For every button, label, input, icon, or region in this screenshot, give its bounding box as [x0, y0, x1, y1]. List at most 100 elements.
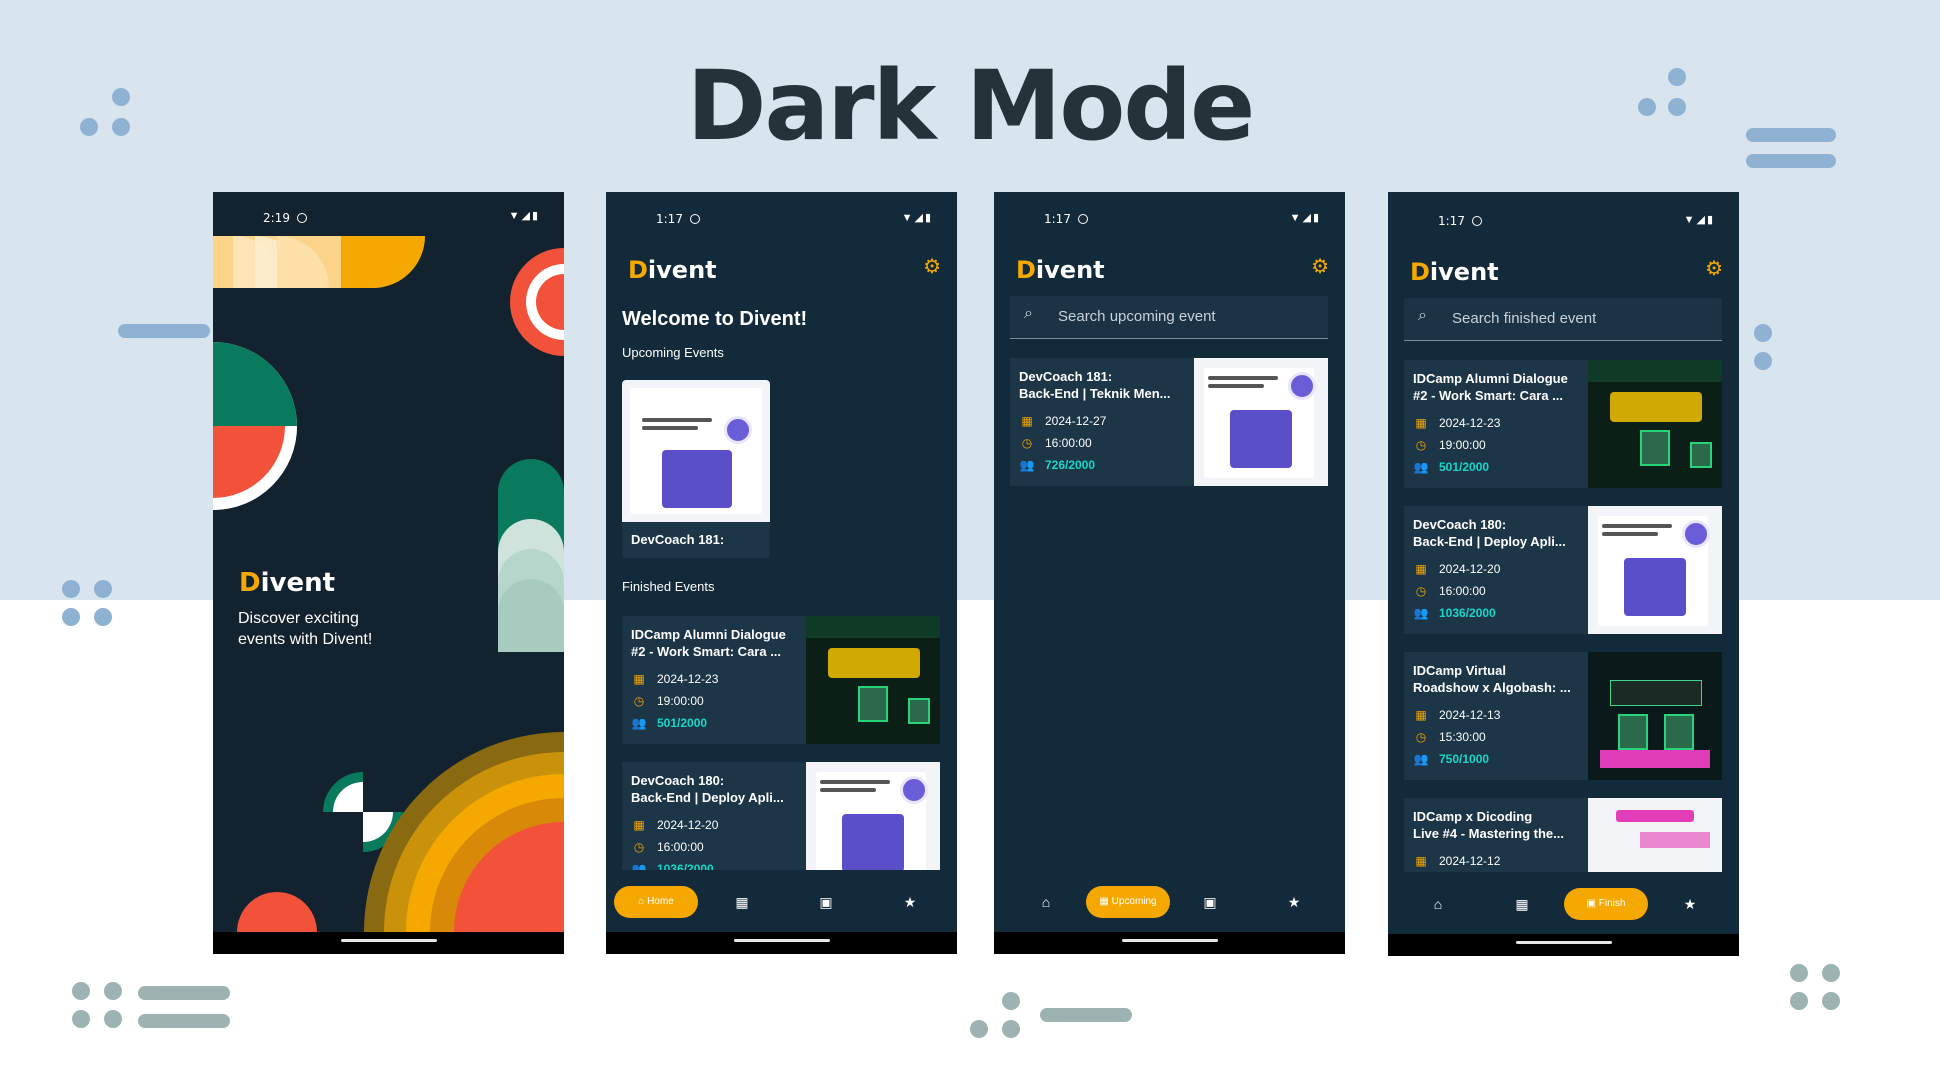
- system-nav-bar: [213, 932, 564, 954]
- poster-speaker: [908, 698, 930, 724]
- nav-home[interactable]: ⌂: [1026, 886, 1066, 918]
- poster-badge: [1288, 372, 1316, 400]
- calendar-icon: ▦: [735, 894, 749, 910]
- decor-dot: [1754, 324, 1772, 342]
- event-date: 2024-12-12: [1439, 854, 1501, 868]
- poster-speaker: [1618, 714, 1648, 750]
- event-card[interactable]: DevCoach 180: Back-End | Deploy Apli... …: [1404, 506, 1722, 634]
- decor-dot: [1668, 68, 1686, 86]
- signal-battery-icon: ▼◢▮: [901, 212, 933, 224]
- event-title: DevCoach 180: Back-End | Deploy Apli...: [631, 773, 784, 805]
- gear-icon[interactable]: ⚙: [1705, 256, 1723, 281]
- decor-dot: [1822, 964, 1840, 982]
- decor-dot: [1822, 992, 1840, 1010]
- nav-upcoming[interactable]: ▦: [1502, 888, 1542, 920]
- gear-icon[interactable]: ⚙: [923, 254, 941, 279]
- poster-people: [1230, 410, 1292, 468]
- event-thumbnail: [806, 616, 940, 744]
- people-icon: 👥: [1413, 752, 1429, 766]
- nav-upcoming[interactable]: ▦: [722, 886, 762, 918]
- decor-bar: [1746, 154, 1836, 168]
- poster-badge: [1682, 520, 1710, 548]
- event-date: 2024-12-20: [1439, 562, 1501, 576]
- event-quota-row: 👥 750/1000: [1413, 752, 1490, 766]
- home-gesture-pill[interactable]: [1515, 941, 1612, 944]
- event-thumbnail: [1588, 506, 1722, 634]
- event-date-row: ▦ 2024-12-27: [1019, 414, 1106, 428]
- decor-dot: [72, 982, 90, 1000]
- nav-home[interactable]: ⌂ Home: [614, 886, 698, 918]
- logo-d: D: [1016, 256, 1036, 284]
- search-input[interactable]: [1058, 296, 1316, 336]
- event-time-row: ◷ 16:00:00: [1019, 436, 1092, 450]
- people-icon: 👥: [1019, 458, 1035, 472]
- event-card[interactable]: DevCoach 180: Back-End | Deploy Apli... …: [622, 762, 940, 872]
- decor-dot: [1002, 1020, 1020, 1038]
- event-card[interactable]: IDCamp Alumni Dialogue #2 - Work Smart: …: [622, 616, 940, 744]
- poster-text: [642, 426, 698, 430]
- status-dot-icon: [1472, 216, 1482, 226]
- event-card[interactable]: IDCamp Virtual Roadshow x Algobash: ... …: [1404, 652, 1722, 780]
- status-bar: 1:17 ▼◢▮: [606, 192, 957, 226]
- decor-dot: [104, 982, 122, 1000]
- calendar-icon: ▦: [633, 672, 645, 686]
- decor-dot: [94, 608, 112, 626]
- event-card[interactable]: IDCamp Alumni Dialogue #2 - Work Smart: …: [1404, 360, 1722, 488]
- event-date-row: ▦ 2024-12-23: [1413, 416, 1500, 430]
- decor-dot: [104, 1010, 122, 1028]
- home-gesture-pill[interactable]: [733, 939, 830, 942]
- event-time: 16:00:00: [1045, 436, 1092, 450]
- app-logo: Divent: [628, 256, 717, 284]
- nav-favorite[interactable]: ★: [1670, 888, 1710, 920]
- system-nav-bar: [606, 932, 957, 954]
- event-title: IDCamp Alumni Dialogue #2 - Work Smart: …: [631, 627, 786, 659]
- home-gesture-pill[interactable]: [1121, 939, 1218, 942]
- event-quota: 726/2000: [1045, 458, 1096, 472]
- nav-upcoming[interactable]: ▦ Upcoming: [1086, 886, 1170, 918]
- decor-bar: [138, 986, 230, 1000]
- event-time-row: ◷ 16:00:00: [1413, 584, 1486, 598]
- people-icon: 👥: [1413, 460, 1429, 474]
- event-quota-row: 👥 1036/2000: [1413, 606, 1496, 620]
- app-logo: Divent: [239, 568, 335, 598]
- event-time: 19:00:00: [657, 694, 704, 708]
- logo-text: ivent: [260, 568, 336, 598]
- search-icon: ⌕: [1418, 307, 1427, 324]
- status-dot-icon: [1078, 214, 1088, 224]
- signal-battery-icon: ▼◢▮: [1289, 212, 1321, 224]
- search-input[interactable]: [1452, 298, 1710, 338]
- home-gesture-pill[interactable]: [340, 939, 437, 942]
- calendar-icon: ▦: [1415, 562, 1427, 576]
- event-title: DevCoach 181: Back-End | Teknik Men...: [1019, 369, 1171, 401]
- clock-icon: ◷: [1415, 584, 1427, 598]
- search-bar[interactable]: ⌕: [1404, 298, 1722, 341]
- search-bar[interactable]: ⌕: [1010, 296, 1328, 339]
- star-icon: ★: [1683, 896, 1697, 912]
- nav-finish[interactable]: ▣: [806, 886, 846, 918]
- poster-headline: [1640, 832, 1710, 848]
- calendar-check-icon: ▣: [1586, 898, 1596, 909]
- logo-d: D: [1410, 258, 1430, 286]
- decor-dot: [94, 580, 112, 598]
- home-icon: ⌂: [638, 896, 645, 907]
- event-time: 19:00:00: [1439, 438, 1486, 452]
- nav-favorite[interactable]: ★: [1274, 886, 1314, 918]
- upcoming-card[interactable]: DevCoach 181:: [622, 380, 770, 558]
- event-date: 2024-12-23: [1439, 416, 1501, 430]
- calendar-icon: ▦: [1415, 416, 1427, 430]
- splash-artwork: [213, 236, 564, 932]
- event-time: 16:00:00: [1439, 584, 1486, 598]
- nav-favorite[interactable]: ★: [890, 886, 930, 918]
- event-date-row: ▦ 2024-12-13: [1413, 708, 1500, 722]
- nav-finish[interactable]: ▣ Finish: [1564, 888, 1648, 920]
- calendar-check-icon: ▣: [1203, 894, 1217, 910]
- event-card[interactable]: IDCamp x Dicoding Live #4 - Mastering th…: [1404, 798, 1722, 872]
- calendar-check-icon: ▣: [819, 894, 833, 910]
- gear-icon[interactable]: ⚙: [1311, 254, 1329, 279]
- event-card[interactable]: DevCoach 181: Back-End | Teknik Men... ▦…: [1010, 358, 1328, 486]
- event-time: 15:30:00: [1439, 730, 1486, 744]
- decor-dot: [1668, 98, 1686, 116]
- nav-finish[interactable]: ▣: [1190, 886, 1230, 918]
- decor-dot: [1790, 964, 1808, 982]
- nav-home[interactable]: ⌂: [1418, 888, 1458, 920]
